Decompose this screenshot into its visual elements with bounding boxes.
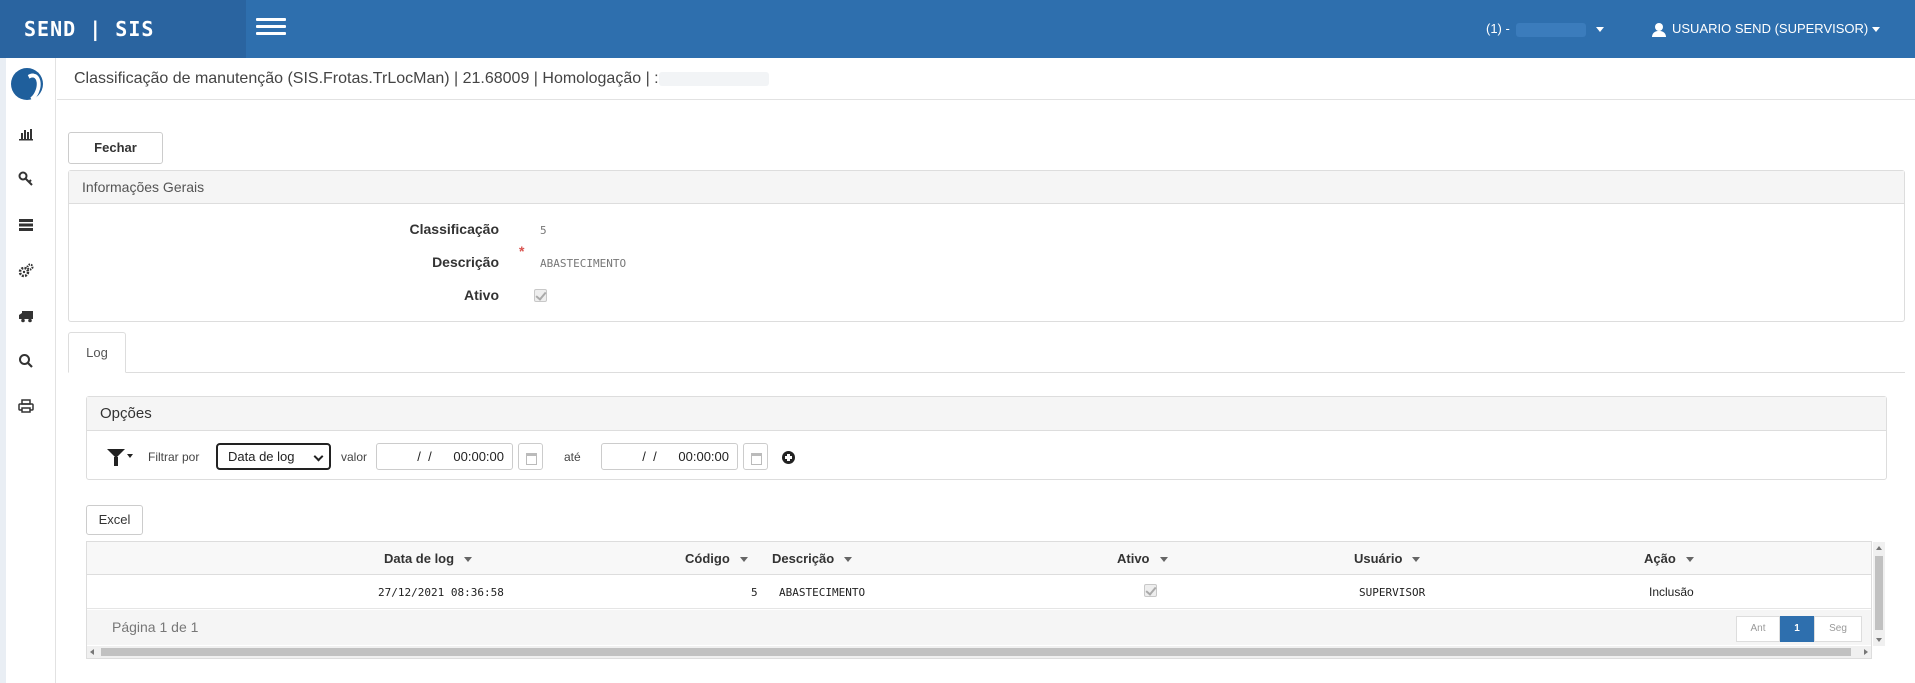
user-menu[interactable]: USUARIO SEND (SUPERVISOR) xyxy=(1652,0,1881,58)
search-icon[interactable] xyxy=(16,353,36,373)
filter-icon[interactable] xyxy=(107,449,125,466)
sort-icon xyxy=(1412,557,1421,563)
column-header-acao[interactable]: Ação xyxy=(1644,542,1694,575)
scroll-down-icon[interactable] xyxy=(1876,638,1882,642)
classification-label: Classificação xyxy=(409,221,500,237)
add-filter-icon[interactable] xyxy=(782,451,795,464)
column-header-usuario[interactable]: Usuário xyxy=(1354,542,1421,575)
description-label: Descrição xyxy=(432,254,499,270)
panel-heading: Informações Gerais xyxy=(69,171,1904,204)
log-grid: Data de log Código Descrição Ativo Usuár… xyxy=(86,541,1885,659)
gears-icon[interactable] xyxy=(16,263,36,283)
cell-acao: Inclusão xyxy=(1649,585,1694,599)
scroll-up-icon[interactable] xyxy=(1876,546,1882,550)
active-checkbox[interactable] xyxy=(534,289,547,302)
page-title: Classificação de manutenção (SIS.Frotas.… xyxy=(74,70,769,88)
print-icon[interactable] xyxy=(16,398,36,418)
column-header-data-log[interactable]: Data de log xyxy=(384,542,473,575)
scroll-right-icon[interactable] xyxy=(1864,649,1868,655)
bar-chart-icon[interactable] xyxy=(16,126,36,146)
chevron-down-icon xyxy=(1595,27,1604,33)
filter-select-value: Data de log xyxy=(228,449,295,464)
tabs-divider xyxy=(68,372,1905,373)
pager-bar: Página 1 de 1 Ant 1 Seg xyxy=(87,610,1871,645)
user-icon xyxy=(1652,22,1666,37)
classification-value: 5 xyxy=(540,224,547,237)
chevron-down-icon xyxy=(1872,27,1881,33)
sidebar xyxy=(0,58,56,683)
filter-select[interactable]: Data de log xyxy=(216,443,331,470)
top-bar: SEND | SIS (1) - USUARIO SEND (SUPERVISO… xyxy=(0,0,1915,58)
tab-log[interactable]: Log xyxy=(68,332,126,373)
horizontal-scrollbar[interactable] xyxy=(87,646,1871,658)
description-value: ABASTECIMENTO xyxy=(540,257,627,270)
sort-icon xyxy=(844,557,853,563)
sort-icon xyxy=(464,557,473,563)
cell-data-log: 27/12/2021 08:36:58 xyxy=(378,586,504,599)
menu-icon[interactable] xyxy=(256,18,286,38)
excel-button[interactable]: Excel xyxy=(86,505,143,535)
page-button-1[interactable]: 1 xyxy=(1780,616,1814,642)
company-name-redacted xyxy=(1515,22,1586,37)
grid-header: Data de log Código Descrição Ativo Usuár… xyxy=(87,542,1871,575)
cell-ativo-checkbox xyxy=(1144,584,1157,597)
page-info: Página 1 de 1 xyxy=(112,619,199,635)
close-button[interactable]: Fechar xyxy=(68,132,163,164)
title-redacted xyxy=(658,71,769,86)
calendar-icon[interactable] xyxy=(518,443,543,470)
page-header: Classificação de manutenção (SIS.Frotas.… xyxy=(57,58,1915,100)
date-to-input[interactable]: / / 00:00:00 xyxy=(601,443,738,470)
calendar-icon[interactable] xyxy=(743,443,768,470)
cell-descricao: ABASTECIMENTO xyxy=(779,586,866,599)
date-from-input[interactable]: / / 00:00:00 xyxy=(376,443,513,470)
page-title-text: Classificação de manutenção (SIS.Frotas.… xyxy=(74,70,659,87)
company-label: (1) - xyxy=(1486,21,1510,36)
key-icon[interactable] xyxy=(16,171,36,191)
sort-icon xyxy=(739,557,748,563)
table-row[interactable]: 27/12/2021 08:36:58 5 ABASTECIMENTO SUPE… xyxy=(87,576,1871,609)
sort-icon xyxy=(1685,557,1694,563)
logo-icon[interactable] xyxy=(11,68,43,100)
company-selector[interactable]: (1) - xyxy=(1486,0,1604,58)
cell-codigo: 5 xyxy=(751,586,758,599)
brand-logo[interactable]: SEND | SIS xyxy=(0,0,246,58)
truck-icon[interactable] xyxy=(16,308,36,328)
cell-usuario: SUPERVISOR xyxy=(1359,586,1426,599)
column-header-descricao[interactable]: Descrição xyxy=(772,542,853,575)
scrollbar-thumb[interactable] xyxy=(1875,556,1883,630)
vertical-scrollbar[interactable] xyxy=(1873,542,1885,646)
scrollbar-thumb[interactable] xyxy=(101,648,1851,656)
general-info-panel: Informações Gerais Classificação 5 Descr… xyxy=(68,170,1905,322)
until-label: até xyxy=(564,450,581,464)
next-page-button[interactable]: Seg xyxy=(1814,616,1862,642)
filter-by-label: Filtrar por xyxy=(148,450,200,464)
chevron-down-icon xyxy=(127,454,133,458)
active-label: Ativo xyxy=(464,287,499,303)
prev-page-button[interactable]: Ant xyxy=(1736,616,1780,642)
column-header-ativo[interactable]: Ativo xyxy=(1117,542,1168,575)
list-icon[interactable] xyxy=(16,217,36,237)
required-marker: * xyxy=(519,243,525,259)
user-name: USUARIO SEND (SUPERVISOR) xyxy=(1672,21,1869,36)
sort-icon xyxy=(1159,557,1168,563)
options-panel: Opções Filtrar por Data de log valor / /… xyxy=(86,396,1887,480)
scroll-left-icon[interactable] xyxy=(90,649,94,655)
chevron-down-icon xyxy=(313,451,324,462)
options-heading: Opções xyxy=(87,397,1886,431)
column-header-codigo[interactable]: Código xyxy=(685,542,748,575)
value-label: valor xyxy=(341,450,368,464)
